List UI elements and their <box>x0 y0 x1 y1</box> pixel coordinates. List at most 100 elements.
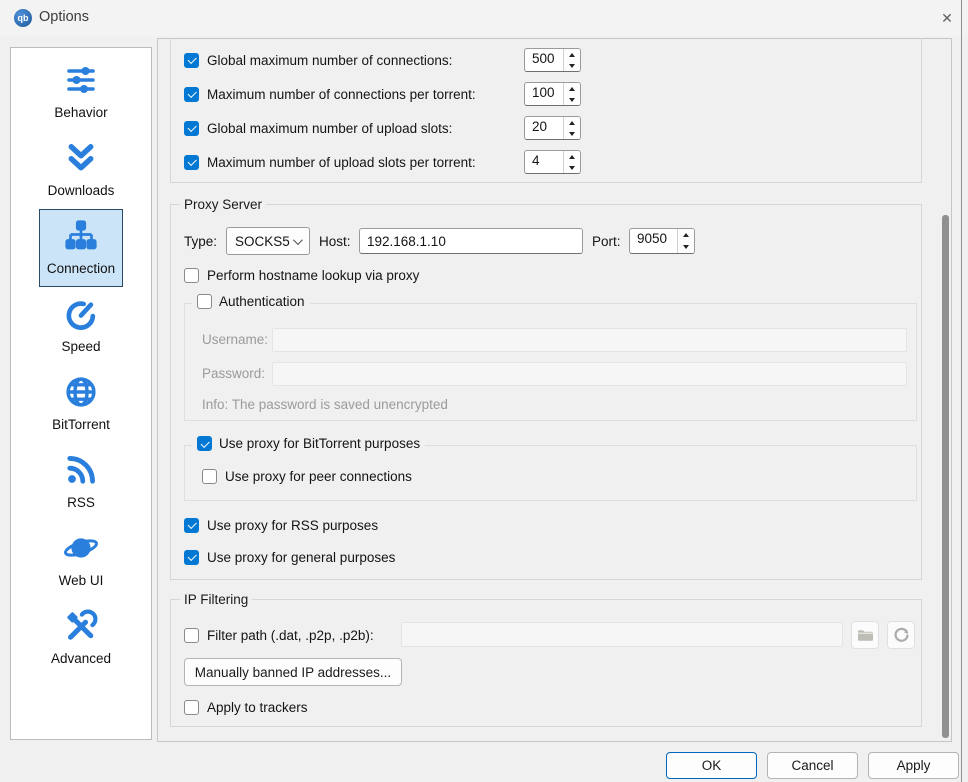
username-label: Username: <box>202 332 268 347</box>
proxy-type-label: Type: <box>184 234 217 249</box>
checkbox-label: Perform hostname lookup via proxy <box>207 268 419 283</box>
sidebar-item-label: BitTorrent <box>52 417 110 432</box>
max-upload-slots-per-torrent-spinbox[interactable]: 4 <box>524 150 581 174</box>
qbittorrent-logo-icon: qb <box>14 9 32 27</box>
sidebar-item-label: Connection <box>47 261 115 276</box>
sidebar-item-label: Downloads <box>48 183 115 198</box>
sidebar-item-advanced[interactable]: Advanced <box>39 599 123 677</box>
general-proxy-checkbox[interactable] <box>184 550 199 565</box>
double-chevron-down-icon <box>62 139 100 177</box>
spin-down-button[interactable] <box>678 241 694 253</box>
max-upload-slots-per-torrent-checkbox[interactable] <box>184 155 199 170</box>
chevron-down-icon <box>293 235 303 245</box>
spin-arrows <box>563 49 580 71</box>
sidebar-item-downloads[interactable]: Downloads <box>39 131 123 209</box>
checkbox-label: Global maximum number of connections: <box>207 53 452 68</box>
globe-icon <box>62 373 100 411</box>
proxy-port-spinbox[interactable]: 9050 <box>629 228 695 254</box>
password-info-text: Info: The password is saved unencrypted <box>202 397 448 412</box>
spin-up-button[interactable] <box>564 83 580 94</box>
hostname-lookup-row: Perform hostname lookup via proxy <box>184 263 419 287</box>
proxy-server-group-label: Proxy Server <box>180 196 266 213</box>
apply-button-label: Apply <box>897 758 931 773</box>
down-arrow-icon <box>569 132 575 136</box>
up-arrow-icon <box>569 155 575 159</box>
filter-path-checkbox[interactable] <box>184 628 199 643</box>
global-max-connections-checkbox[interactable] <box>184 53 199 68</box>
proxy-port-label: Port: <box>592 234 621 249</box>
cancel-button[interactable]: Cancel <box>767 752 858 779</box>
rss-icon <box>62 451 100 489</box>
sidebar-item-bittorrent[interactable]: BitTorrent <box>39 365 123 443</box>
sidebar-item-speed[interactable]: Speed <box>39 287 123 365</box>
hostname-lookup-checkbox[interactable] <box>184 268 199 283</box>
browse-filter-file-button <box>851 621 879 649</box>
rss-proxy-row: Use proxy for RSS purposes <box>184 513 378 537</box>
apply-button[interactable]: Apply <box>868 752 959 779</box>
peer-connections-checkbox[interactable] <box>202 469 217 484</box>
spin-up-button[interactable] <box>564 49 580 60</box>
spin-up-button[interactable] <box>678 229 694 241</box>
max-connections-per-torrent-checkbox[interactable] <box>184 87 199 102</box>
proxy-type-select[interactable]: SOCKS5 <box>226 227 310 255</box>
spin-down-button[interactable] <box>564 94 580 105</box>
global-max-connections-row: Global maximum number of connections: <box>184 48 452 72</box>
spin-value: 500 <box>525 49 563 71</box>
proxy-host-label: Host: <box>319 234 351 249</box>
apply-to-trackers-row: Apply to trackers <box>184 695 308 719</box>
tools-icon <box>62 607 100 645</box>
authentication-checkbox[interactable] <box>197 294 212 309</box>
checkbox-label: Use proxy for peer connections <box>225 469 412 484</box>
up-arrow-icon <box>569 87 575 91</box>
sidebar-item-label: Advanced <box>51 651 111 666</box>
checkbox-label: Global maximum number of upload slots: <box>207 121 452 136</box>
rss-proxy-checkbox[interactable] <box>184 518 199 533</box>
sidebar-item-rss[interactable]: RSS <box>39 443 123 521</box>
spin-down-button[interactable] <box>564 128 580 139</box>
spin-down-button[interactable] <box>564 60 580 71</box>
cancel-button-label: Cancel <box>791 758 833 773</box>
manually-banned-ips-button[interactable]: Manually banned IP addresses... <box>184 658 402 686</box>
checkbox-label: Use proxy for RSS purposes <box>207 518 378 533</box>
sidebar-item-label: Speed <box>61 339 100 354</box>
global-max-connections-spinbox[interactable]: 500 <box>524 48 581 72</box>
global-max-upload-slots-spinbox[interactable]: 20 <box>524 116 581 140</box>
global-max-upload-slots-checkbox[interactable] <box>184 121 199 136</box>
spin-arrows <box>677 229 694 253</box>
down-arrow-icon <box>569 98 575 102</box>
apply-to-trackers-checkbox[interactable] <box>184 700 199 715</box>
vertical-scrollbar-thumb[interactable] <box>942 215 949 738</box>
sidebar-item-behavior[interactable]: Behavior <box>39 53 123 131</box>
sidebar-item-connection[interactable]: Connection <box>39 209 123 287</box>
connection-limits-group: Global maximum number of connections: 50… <box>170 38 922 183</box>
bittorrent-proxy-legend: Use proxy for BitTorrent purposes <box>192 436 425 451</box>
bittorrent-proxy-checkbox[interactable] <box>197 436 212 451</box>
down-arrow-icon <box>683 245 689 249</box>
max-connections-per-torrent-spinbox[interactable]: 100 <box>524 82 581 106</box>
speedometer-icon <box>62 295 100 333</box>
spin-down-button[interactable] <box>564 162 580 173</box>
peer-connections-row: Use proxy for peer connections <box>202 464 412 488</box>
sidebar-item-webui[interactable]: Web UI <box>39 521 123 599</box>
filter-path-input <box>401 622 843 647</box>
network-tree-icon <box>62 217 100 255</box>
username-input <box>272 328 907 352</box>
refresh-icon <box>893 627 910 644</box>
planet-icon <box>62 529 100 567</box>
close-button[interactable]: ✕ <box>932 4 962 32</box>
up-arrow-icon <box>683 233 689 237</box>
spin-value: 20 <box>525 117 563 139</box>
max-upload-slots-per-torrent-row: Maximum number of upload slots per torre… <box>184 150 476 174</box>
checkbox-label: Apply to trackers <box>207 700 308 715</box>
spin-up-button[interactable] <box>564 117 580 128</box>
authentication-legend: Authentication <box>192 294 310 309</box>
proxy-host-input[interactable] <box>359 228 583 254</box>
authentication-group: Authentication Username: Password: Info:… <box>184 303 917 421</box>
spin-value: 9050 <box>630 229 677 253</box>
spin-up-button[interactable] <box>564 151 580 162</box>
checkbox-label: Maximum number of upload slots per torre… <box>207 155 476 170</box>
ok-button[interactable]: OK <box>666 752 757 779</box>
checkbox-label: Use proxy for general purposes <box>207 550 395 565</box>
checkbox-label: Maximum number of connections per torren… <box>207 87 476 102</box>
proxy-type-value: SOCKS5 <box>235 234 290 249</box>
